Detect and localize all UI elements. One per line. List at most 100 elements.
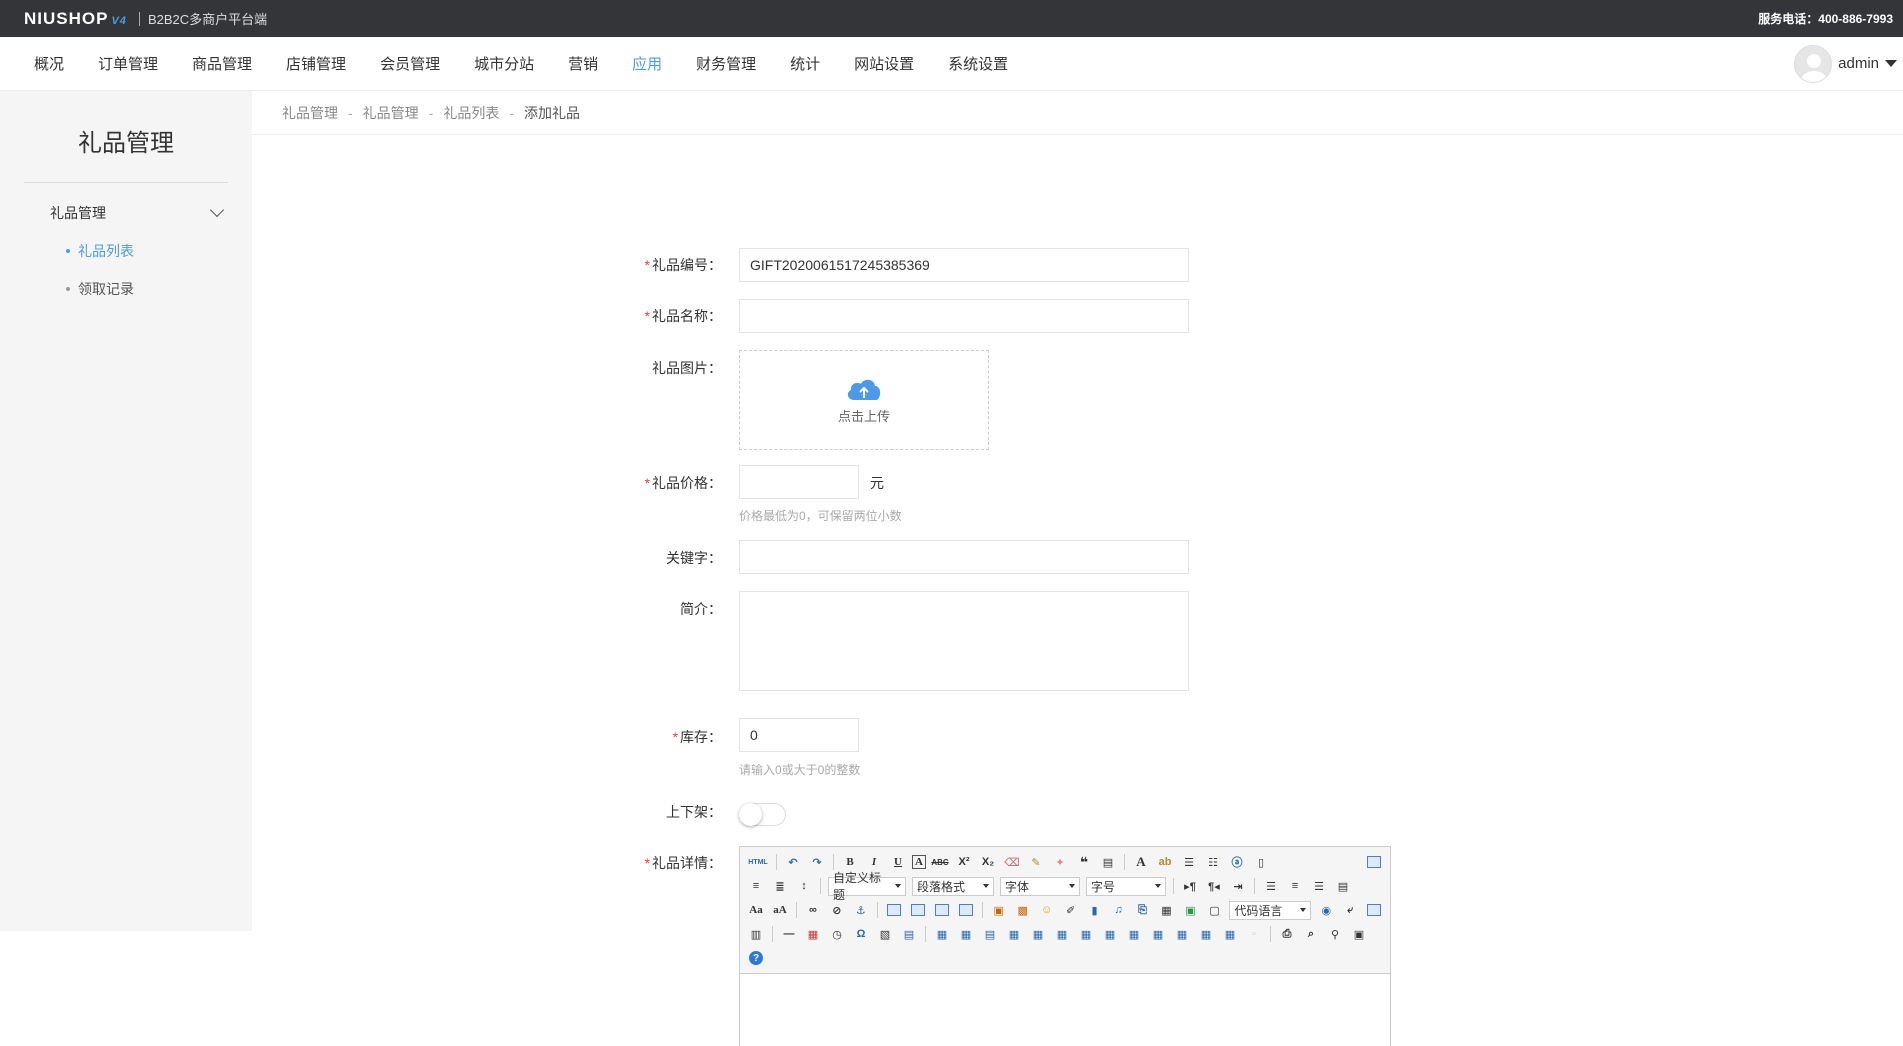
merge-right-icon[interactable]: ▦	[1124, 925, 1144, 943]
paragraph-spacing-bottom-icon[interactable]: ≣	[770, 877, 790, 895]
breadcrumb-item[interactable]: 礼品列表	[443, 103, 499, 123]
font-color-icon[interactable]: A	[1131, 853, 1151, 871]
emotion-icon[interactable]: ☺	[1037, 901, 1057, 919]
nav-item-system-settings[interactable]: 系统设置	[948, 53, 1008, 74]
unlink-icon[interactable]: ⊘	[827, 901, 847, 919]
help-button[interactable]: ?	[746, 949, 766, 967]
superscript-icon[interactable]: X²	[954, 853, 974, 871]
breadcrumb-item[interactable]: 礼品管理	[282, 103, 338, 123]
page-break-icon[interactable]: ⤶	[1340, 901, 1360, 919]
nav-item-city[interactable]: 城市分站	[474, 53, 534, 74]
user-menu[interactable]: admin	[1794, 44, 1903, 83]
chart-icon[interactable]: ▫	[1244, 925, 1264, 943]
preview-icon[interactable]: ⌕	[1301, 925, 1321, 943]
auto-format-icon[interactable]: ✦	[1050, 853, 1070, 871]
delete-col-icon[interactable]: ▦	[1076, 925, 1096, 943]
sidebar-item-gift-list[interactable]: 礼品列表	[0, 231, 252, 269]
insert-row-icon[interactable]: ▦	[1004, 925, 1024, 943]
nav-item-apps[interactable]: 应用	[632, 53, 662, 74]
unordered-list-icon[interactable]: ☷	[1203, 853, 1223, 871]
delete-row-icon[interactable]: ▦	[1028, 925, 1048, 943]
map-icon[interactable]: ▣	[1180, 901, 1200, 919]
undo-icon[interactable]: ↶	[783, 853, 803, 871]
nav-item-finance[interactable]: 财务管理	[696, 53, 756, 74]
split-cells-icon[interactable]: ▦	[1172, 925, 1192, 943]
align-justify-icon[interactable]: ▤	[1333, 877, 1353, 895]
word-import-icon[interactable]: ▤	[899, 925, 919, 943]
link-icon[interactable]: ∞	[803, 901, 823, 919]
template-icon[interactable]: ◉	[1316, 901, 1336, 919]
underline-icon[interactable]: U	[888, 853, 908, 871]
gift-name-input[interactable]	[739, 299, 1189, 333]
insert-video-icon[interactable]: ▮	[1085, 901, 1105, 919]
search-replace-icon[interactable]: ⚲	[1325, 925, 1345, 943]
insert-table-icon[interactable]: ▦	[932, 925, 952, 943]
image-center-icon[interactable]	[956, 901, 976, 919]
insert-image-icon[interactable]: ▩	[1013, 901, 1033, 919]
code-language-select[interactable]: 代码语言	[1229, 900, 1312, 920]
nav-item-shops[interactable]: 店铺管理	[286, 53, 346, 74]
format-brush-icon[interactable]: ✎	[1026, 853, 1046, 871]
gift-code-input[interactable]	[739, 248, 1189, 282]
wordimage-icon[interactable]: ▥	[746, 925, 766, 943]
font-family-select[interactable]: 字体	[1000, 876, 1080, 896]
rtl-icon[interactable]: ¶◂	[1204, 877, 1224, 895]
image-left-icon[interactable]	[908, 901, 928, 919]
simple-upload-icon[interactable]: ▣	[989, 901, 1009, 919]
editor-body[interactable]	[740, 974, 1390, 1046]
indent-icon[interactable]: ⇥	[1228, 877, 1248, 895]
image-upload[interactable]: 点击上传	[739, 350, 989, 450]
snapscreen-icon[interactable]: ▧	[875, 925, 895, 943]
uppercase-icon[interactable]: Aa	[746, 901, 766, 919]
custom-title-select[interactable]: 自定义标题	[828, 871, 906, 902]
strikethrough-icon[interactable]: ABC	[930, 853, 950, 871]
drafts-icon[interactable]	[1364, 901, 1384, 919]
sidebar-group-gifts[interactable]: 礼品管理	[0, 195, 252, 231]
font-size-select[interactable]: 字号	[1086, 876, 1166, 896]
logo[interactable]: NIUSHOP V4	[24, 9, 127, 29]
fullscreen-icon[interactable]	[1364, 853, 1384, 871]
paragraph-spacing-top-icon[interactable]: ≡	[746, 877, 766, 895]
shelf-toggle[interactable]	[739, 803, 786, 826]
scrawl-icon[interactable]: ✐	[1061, 901, 1081, 919]
select-all-icon[interactable]: ⓐ	[1227, 853, 1247, 871]
redo-icon[interactable]: ↷	[807, 853, 827, 871]
font-border-icon[interactable]: A	[912, 855, 926, 869]
horizontal-rule-icon[interactable]: —	[779, 925, 799, 943]
insert-col-icon[interactable]: ▦	[1052, 925, 1072, 943]
image-none-icon[interactable]	[884, 901, 904, 919]
intro-textarea[interactable]	[739, 591, 1189, 691]
sidebar-item-claim-records[interactable]: 领取记录	[0, 269, 252, 307]
paste-icon[interactable]: ▣	[1349, 925, 1369, 943]
nav-item-site-settings[interactable]: 网站设置	[854, 53, 914, 74]
clear-doc-icon[interactable]: ▯	[1251, 853, 1271, 871]
image-right-icon[interactable]	[932, 901, 952, 919]
delete-table-icon[interactable]: ▦	[956, 925, 976, 943]
align-center-icon[interactable]: ≡	[1285, 877, 1305, 895]
split-cols-icon[interactable]: ▦	[1220, 925, 1240, 943]
nav-item-members[interactable]: 会员管理	[380, 53, 440, 74]
insert-frame-icon[interactable]: ▦	[1157, 901, 1177, 919]
insert-paragraph-before-table-icon[interactable]: ▤	[980, 925, 1000, 943]
eraser-icon[interactable]: ⌫	[1002, 853, 1022, 871]
ordered-list-icon[interactable]: ☰	[1179, 853, 1199, 871]
music-icon[interactable]: ♫	[1109, 901, 1129, 919]
nav-item-stats[interactable]: 统计	[790, 53, 820, 74]
print-icon[interactable]: ⎙	[1277, 925, 1297, 943]
stock-input[interactable]	[739, 718, 859, 752]
split-rows-icon[interactable]: ▦	[1196, 925, 1216, 943]
attachment-icon[interactable]: ⎘	[1133, 901, 1153, 919]
align-left-icon[interactable]: ☰	[1261, 877, 1281, 895]
breadcrumb-item[interactable]: 礼品管理	[363, 103, 419, 123]
align-right-icon[interactable]: ☰	[1309, 877, 1329, 895]
anchor-icon[interactable]: ⚓	[851, 901, 871, 919]
merge-cells-icon[interactable]: ▦	[1100, 925, 1120, 943]
lowercase-icon[interactable]: aA	[770, 901, 790, 919]
special-chars-icon[interactable]: Ω	[851, 925, 871, 943]
price-input[interactable]	[739, 465, 859, 499]
highlight-icon[interactable]: ab	[1155, 853, 1175, 871]
nav-item-overview[interactable]: 概况	[34, 53, 64, 74]
paste-text-icon[interactable]: ▤	[1098, 853, 1118, 871]
html-source-button[interactable]: HTML	[746, 853, 770, 871]
subscript-icon[interactable]: X₂	[978, 853, 998, 871]
